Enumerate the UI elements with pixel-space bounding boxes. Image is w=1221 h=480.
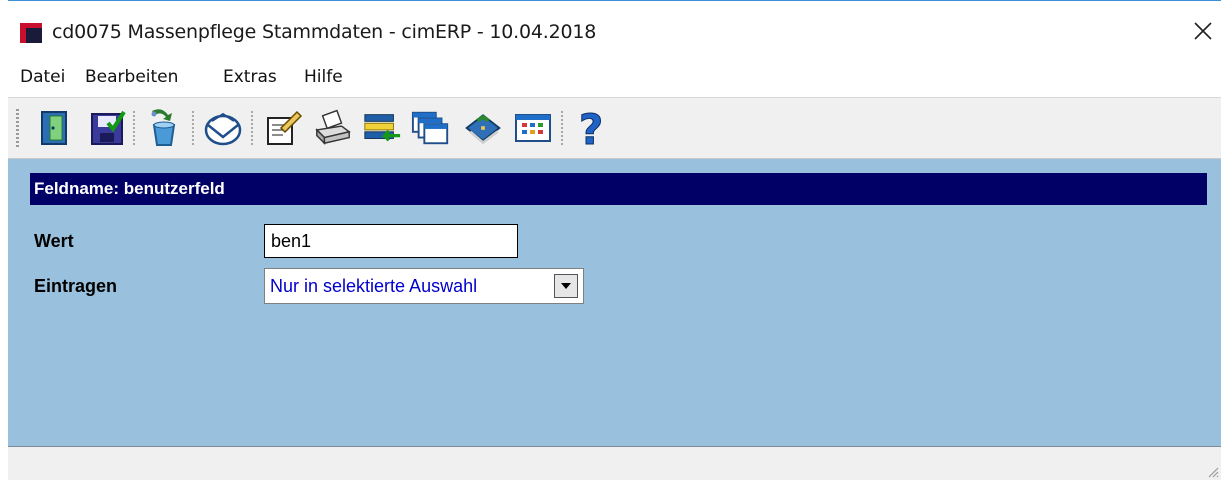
close-icon xyxy=(1194,22,1212,40)
menu-datei[interactable]: Datei xyxy=(20,67,65,87)
toolbar-separator xyxy=(192,111,194,145)
app-logo-icon xyxy=(20,23,42,43)
recycle-icon xyxy=(151,109,176,146)
transfer-button[interactable] xyxy=(362,106,402,150)
menu-extras[interactable]: Extras xyxy=(223,67,277,87)
eintragen-label: Eintragen xyxy=(34,276,118,296)
help-icon: ? xyxy=(578,106,603,150)
mail-icon xyxy=(204,112,242,146)
wert-label: Wert xyxy=(34,231,74,251)
resize-grip-icon[interactable] xyxy=(1205,464,1219,478)
printer-icon xyxy=(315,109,351,145)
windows-icon xyxy=(411,111,449,145)
title-bar: cd0075 Massenpflege Stammdaten - cimERP … xyxy=(8,1,1221,61)
menu-bar: Datei Bearbeiten Extras Hilfe xyxy=(8,61,1221,97)
windows-button[interactable] xyxy=(411,106,451,150)
app-window: cd0075 Massenpflege Stammdaten - cimERP … xyxy=(8,0,1221,480)
toolbar-separator xyxy=(561,111,563,145)
edit-button[interactable] xyxy=(263,106,303,150)
toolbar-separator xyxy=(251,111,253,145)
mail-button[interactable] xyxy=(203,106,243,150)
book-button[interactable] xyxy=(463,106,503,150)
toolbar-separator xyxy=(133,111,135,145)
dropdown-arrow-button[interactable] xyxy=(554,274,578,298)
recycle-button[interactable] xyxy=(144,106,184,150)
window-title: cd0075 Massenpflege Stammdaten - cimERP … xyxy=(52,21,597,43)
toolbar-grip[interactable] xyxy=(16,109,19,147)
form-panel: Feldname: benutzerfeld Wert Eintragen Nu… xyxy=(8,159,1221,447)
help-button[interactable]: ? xyxy=(571,106,611,150)
wert-input[interactable] xyxy=(264,224,518,258)
chevron-down-icon xyxy=(561,283,571,289)
exit-door-icon xyxy=(41,111,67,145)
field-header: Feldname: benutzerfeld xyxy=(30,173,1207,205)
menu-hilfe[interactable]: Hilfe xyxy=(304,67,343,87)
exit-button[interactable] xyxy=(34,106,74,150)
eintragen-select[interactable]: Nur in selektierte Auswahl xyxy=(264,268,584,304)
close-button[interactable] xyxy=(1185,11,1221,51)
svg-text:?: ? xyxy=(579,106,603,150)
transfer-list-icon xyxy=(364,114,401,142)
status-bar xyxy=(8,447,1221,480)
book-icon xyxy=(465,114,501,145)
field-header-title: Feldname: benutzerfeld xyxy=(34,179,225,198)
print-button[interactable] xyxy=(313,106,353,150)
save-button[interactable] xyxy=(88,106,128,150)
grid-view-button[interactable] xyxy=(513,106,553,150)
grid-view-icon xyxy=(515,114,551,142)
edit-document-icon xyxy=(267,110,303,145)
menu-bearbeiten[interactable]: Bearbeiten xyxy=(85,67,178,87)
save-icon xyxy=(91,110,126,145)
toolbar: ? xyxy=(8,97,1221,159)
eintragen-select-value: Nur in selektierte Auswahl xyxy=(270,276,478,296)
